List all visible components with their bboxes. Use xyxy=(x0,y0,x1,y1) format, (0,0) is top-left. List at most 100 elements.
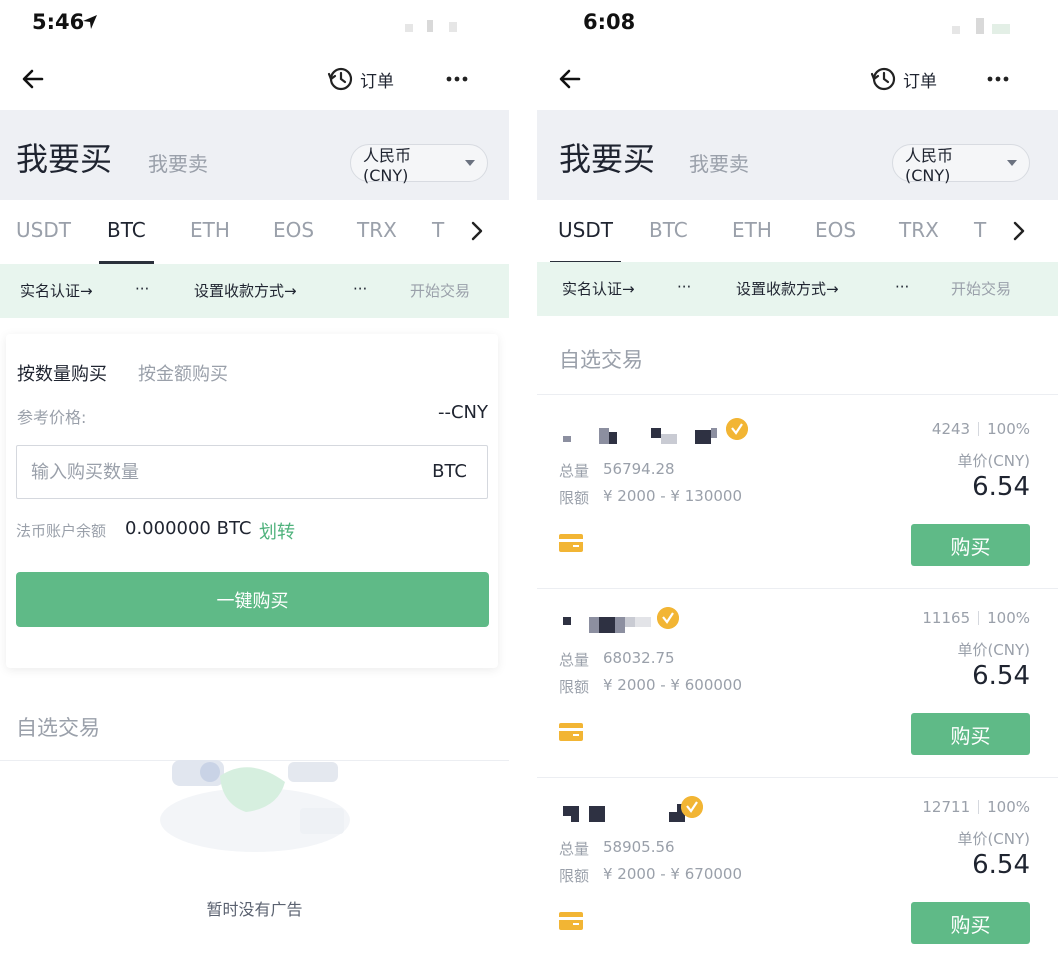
verified-badge-icon xyxy=(657,607,679,629)
verified-badge-icon xyxy=(681,796,703,818)
unit-price-label: 单价(CNY) xyxy=(957,452,1030,470)
limit-label: 限额 xyxy=(559,489,590,507)
nav-bar: 订单 xyxy=(537,52,1058,108)
more-dots-icon[interactable] xyxy=(985,66,1011,92)
chevron-right-icon[interactable] xyxy=(467,220,487,242)
unit-price: 6.54 xyxy=(972,850,1030,880)
limit-value: ¥ 2000 - ¥ 670000 xyxy=(603,865,743,883)
total-value: 68032.75 xyxy=(603,649,675,667)
coin-tab-eos[interactable]: EOS xyxy=(273,218,314,264)
reference-price-value: --CNY xyxy=(437,402,488,423)
bank-card-icon xyxy=(559,912,583,930)
buy-button[interactable]: 购买 xyxy=(911,902,1030,944)
tab-buy[interactable]: 我要买 xyxy=(16,134,112,180)
coin-tab-more[interactable]: T xyxy=(432,218,444,264)
ad-listing: 总量 56794.28 限额 ¥ 2000 - ¥ 130000 4243 10… xyxy=(537,400,1058,589)
quick-buy-card: 按数量购买 按金额购买 参考价格: --CNY BTC 法币账户余额 0.000… xyxy=(6,334,498,668)
coin-tabs: USDT BTC ETH EOS TRX T xyxy=(0,200,509,264)
buy-button[interactable]: 购买 xyxy=(911,713,1030,755)
limit-label: 限额 xyxy=(559,867,590,885)
coin-tab-btc[interactable]: BTC xyxy=(99,218,154,264)
step-start: 开始交易 xyxy=(410,282,471,300)
orders-label: 订单 xyxy=(903,71,937,92)
total-label: 总量 xyxy=(559,840,590,858)
chevron-down-icon xyxy=(1007,160,1017,166)
merchant-name xyxy=(559,424,739,444)
history-clock-icon xyxy=(327,67,353,91)
merchant-stats: 11165 100% xyxy=(922,609,1030,627)
step-dots: ··· xyxy=(677,278,692,296)
location-arrow-icon xyxy=(83,15,97,29)
tab-sell[interactable]: 我要卖 xyxy=(148,148,208,177)
nav-bar: 订单 xyxy=(0,52,509,108)
buy-sell-header: 我要买 我要卖 人民币(CNY) xyxy=(0,110,509,200)
back-arrow-icon[interactable] xyxy=(20,66,46,92)
screen-separator xyxy=(509,0,537,962)
tab-buy-by-amount[interactable]: 按金额购买 xyxy=(138,360,228,386)
completion-rate: 100% xyxy=(987,420,1030,438)
coin-tab-trx[interactable]: TRX xyxy=(899,218,939,264)
merchant-name xyxy=(559,613,739,633)
completion-rate: 100% xyxy=(987,798,1030,816)
buy-button[interactable]: 购买 xyxy=(911,524,1030,566)
step-verify[interactable]: 实名认证→ xyxy=(562,278,635,299)
quantity-input-box[interactable]: BTC xyxy=(16,445,488,499)
quantity-input[interactable] xyxy=(31,446,411,498)
step-payment[interactable]: 设置收款方式→ xyxy=(736,278,839,299)
limit-label: 限额 xyxy=(559,678,590,696)
currency-label: 人民币(CNY) xyxy=(363,145,412,185)
orders-button[interactable]: 订单 xyxy=(869,64,937,94)
currency-select[interactable]: 人民币(CNY) xyxy=(892,144,1030,185)
coin-tab-trx[interactable]: TRX xyxy=(357,218,397,264)
chevron-down-icon xyxy=(465,160,475,166)
limit-value: ¥ 2000 - ¥ 600000 xyxy=(603,676,743,694)
left-screen: 5:46 订单 我要买 我要卖 人民币(CNY) USDT BTC ETH EO… xyxy=(0,0,509,962)
unit-price-label: 单价(CNY) xyxy=(957,641,1030,659)
currency-select[interactable]: 人民币(CNY) xyxy=(350,144,488,185)
unit-price: 6.54 xyxy=(972,472,1030,502)
divider xyxy=(537,394,1058,395)
step-dots: ··· xyxy=(353,280,368,298)
coin-tab-usdt[interactable]: USDT xyxy=(16,218,71,264)
reference-price-label: 参考价格: xyxy=(17,408,87,427)
favorites-title: 自选交易 xyxy=(16,716,100,740)
step-dots: ··· xyxy=(135,280,150,298)
coin-tab-usdt[interactable]: USDT xyxy=(550,218,621,264)
ad-listing: 总量 58905.56 限额 ¥ 2000 - ¥ 670000 12711 1… xyxy=(537,778,1058,962)
bank-card-icon xyxy=(559,723,583,741)
orders-button[interactable]: 订单 xyxy=(326,64,394,94)
verified-badge-icon xyxy=(726,418,748,440)
favorites-title: 自选交易 xyxy=(559,348,643,372)
status-bar: 6:08 xyxy=(537,0,1058,50)
tab-buy[interactable]: 我要买 xyxy=(559,134,655,180)
coin-tab-more[interactable]: T xyxy=(974,218,986,264)
bank-card-icon xyxy=(559,534,583,552)
transfer-link[interactable]: 划转 xyxy=(259,518,295,544)
history-clock-icon xyxy=(870,67,896,91)
tab-sell[interactable]: 我要卖 xyxy=(689,148,749,177)
total-label: 总量 xyxy=(559,462,590,480)
status-bar: 5:46 xyxy=(0,0,509,50)
back-arrow-icon[interactable] xyxy=(557,66,583,92)
empty-state-text: 暂时没有广告 xyxy=(206,900,303,919)
chevron-right-icon[interactable] xyxy=(1009,220,1029,242)
coin-tabs: USDT BTC ETH EOS TRX T xyxy=(537,200,1058,264)
total-value: 58905.56 xyxy=(603,838,675,856)
coin-tab-eos[interactable]: EOS xyxy=(815,218,856,264)
coin-tab-eth[interactable]: ETH xyxy=(190,218,230,264)
step-dots: ··· xyxy=(895,278,910,296)
tab-buy-by-quantity[interactable]: 按数量购买 xyxy=(17,360,107,386)
orders-label: 订单 xyxy=(360,71,394,92)
step-verify[interactable]: 实名认证→ xyxy=(20,280,93,301)
order-count: 12711 xyxy=(922,798,971,816)
coin-tab-btc[interactable]: BTC xyxy=(649,218,688,264)
completion-rate: 100% xyxy=(987,609,1030,627)
step-payment[interactable]: 设置收款方式→ xyxy=(194,280,297,301)
unit-price: 6.54 xyxy=(972,661,1030,691)
more-dots-icon[interactable] xyxy=(444,66,470,92)
one-click-buy-button[interactable]: 一键购买 xyxy=(16,572,489,627)
coin-tab-eth[interactable]: ETH xyxy=(732,218,772,264)
balance-label: 法币账户余额 xyxy=(16,522,107,540)
balance-value: 0.000000 BTC xyxy=(125,518,252,539)
onboarding-steps: 实名认证→ ··· 设置收款方式→ ··· 开始交易 xyxy=(537,262,1058,316)
